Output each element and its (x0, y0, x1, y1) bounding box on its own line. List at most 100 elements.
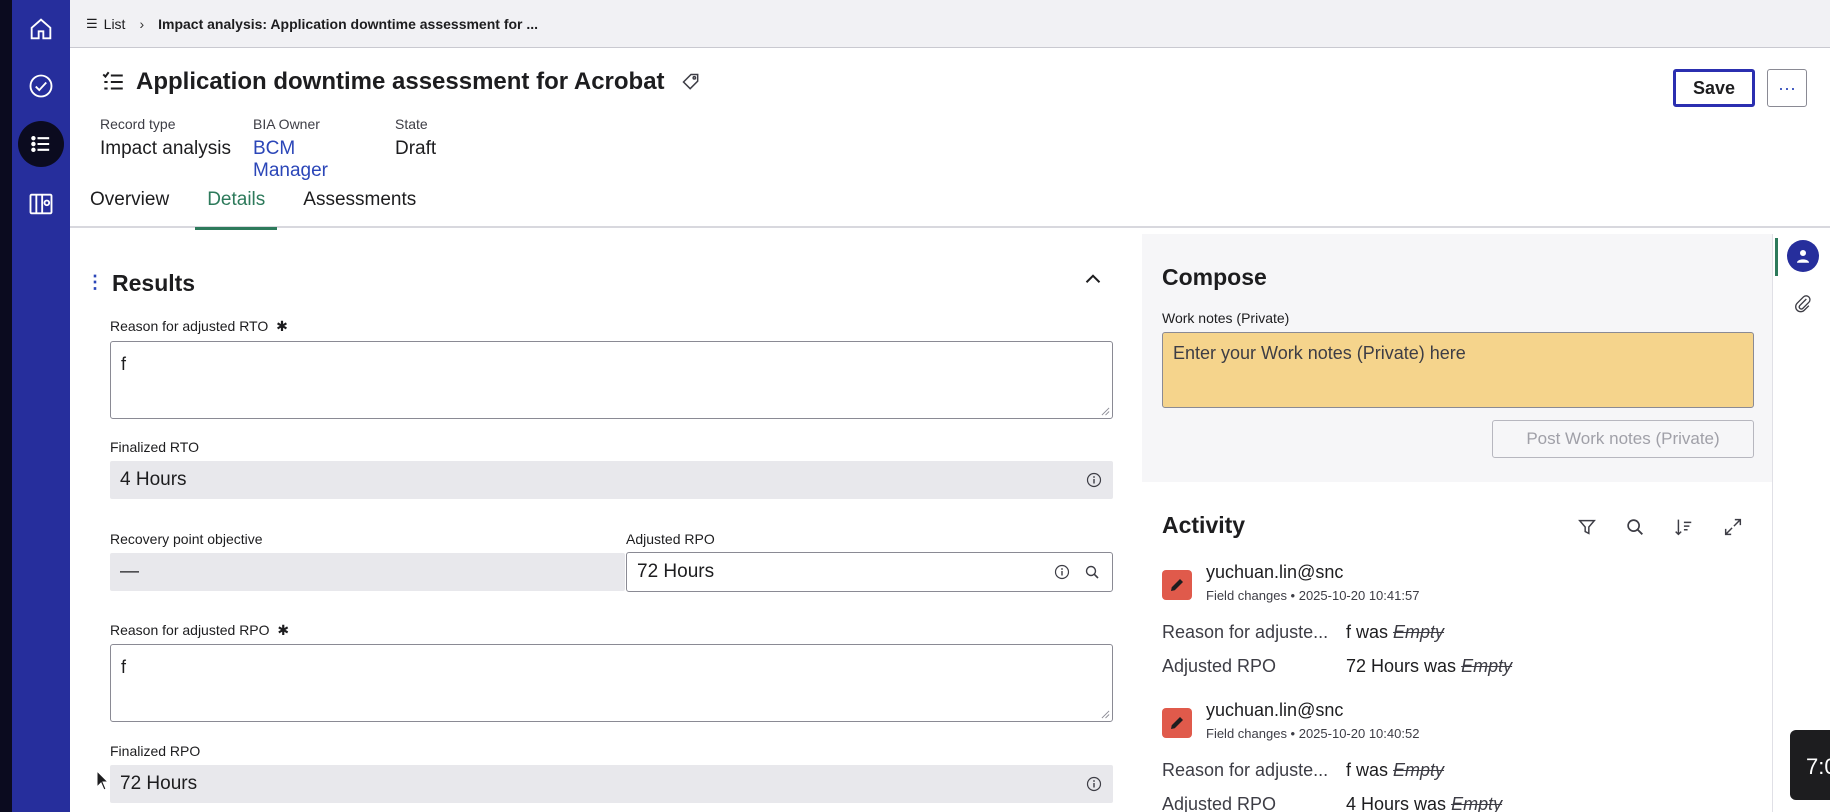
sort-icon[interactable] (1672, 516, 1694, 538)
reason-rpo-textarea[interactable]: f (110, 644, 1113, 722)
record-type-value: Impact analysis (100, 138, 231, 159)
change-old: Empty (1461, 656, 1513, 676)
lookup-search-icon[interactable] (1084, 564, 1100, 580)
activity-entry: yuchuan.lin@snc Field changes • 2025-10-… (1162, 700, 1762, 812)
reason-rto-label-text: Reason for adjusted RTO (110, 318, 269, 334)
resize-handle-icon[interactable] (1101, 407, 1110, 416)
resize-handle-icon[interactable] (1101, 710, 1110, 719)
change-new: 4 Hours was (1346, 794, 1447, 812)
change-field: Reason for adjuste... (1162, 760, 1329, 780)
finalized-rto-field: 4 Hours (110, 461, 1113, 499)
outer-rail (0, 0, 12, 812)
reason-rto-textarea[interactable]: f (110, 341, 1113, 419)
reason-rto-label: Reason for adjusted RTO ✱ (110, 318, 288, 335)
compose-title: Compose (1162, 264, 1267, 290)
activity-title: Activity (1162, 512, 1246, 538)
work-notes-placeholder: Enter your Work notes (Private) here (1173, 343, 1466, 363)
chevron-right-icon: › (139, 15, 145, 32)
state-value: Draft (395, 138, 437, 159)
active-indicator (1775, 238, 1778, 276)
pencil-edit-icon (1162, 570, 1192, 600)
activity-entry: yuchuan.lin@snc Field changes • 2025-10-… (1162, 562, 1762, 682)
work-notes-label: Work notes (Private) (1162, 310, 1290, 326)
page-title: Application downtime assessment for Acro… (136, 68, 665, 95)
finalized-rpo-field: 72 Hours (110, 765, 1113, 803)
activity-stream: Activity yuchuan.lin@snc Field changes •… (1142, 482, 1772, 812)
info-icon[interactable] (1054, 564, 1070, 580)
change-row: Reason for adjuste... f was Empty (1162, 622, 1444, 643)
work-notes-textarea[interactable]: Enter your Work notes (Private) here (1162, 332, 1754, 408)
finalized-rpo-value: 72 Hours (120, 773, 198, 794)
entry-meta: Field changes • 2025-10-20 10:40:52 (1206, 726, 1420, 741)
chevron-up-icon[interactable] (1080, 266, 1106, 292)
tab-overview[interactable]: Overview (78, 172, 181, 228)
activity-panel: Compose Work notes (Private) Enter your … (1142, 234, 1772, 812)
mouse-cursor-icon (96, 770, 110, 791)
info-icon[interactable] (1086, 776, 1102, 792)
filter-icon[interactable] (1576, 516, 1598, 538)
change-new: f was (1346, 760, 1389, 780)
record-type-label: Record type (100, 116, 176, 132)
change-field: Adjusted RPO (1162, 794, 1277, 812)
tab-assessments[interactable]: Assessments (291, 172, 428, 228)
change-new: f was (1346, 622, 1389, 642)
change-field: Adjusted RPO (1162, 656, 1277, 676)
section-menu-icon[interactable]: ⋮ (86, 272, 104, 293)
results-section: ⋮ Results Reason for adjusted RTO ✱ f Fi… (70, 230, 1140, 812)
map-book-icon[interactable] (18, 181, 64, 227)
change-row: Adjusted RPO 72 Hours was Empty (1162, 656, 1512, 677)
pencil-edit-icon (1162, 708, 1192, 738)
change-field: Reason for adjuste... (1162, 622, 1329, 642)
reason-rpo-label-text: Reason for adjusted RPO (110, 622, 270, 638)
reason-rpo-label: Reason for adjusted RPO ✱ (110, 622, 289, 639)
finalized-rto-label: Finalized RTO (110, 439, 199, 455)
list-lines-icon: ☰ (86, 15, 98, 31)
search-icon[interactable] (1624, 516, 1646, 538)
change-old: Empty (1393, 760, 1445, 780)
main-nav (12, 0, 70, 812)
adjusted-rpo-input[interactable]: 72 Hours (626, 552, 1113, 592)
tab-bar: Overview Details Assessments (78, 172, 442, 230)
record-header: Application downtime assessment for Acro… (70, 48, 1830, 230)
entry-user: yuchuan.lin@snc (1206, 700, 1344, 720)
post-work-notes-button[interactable]: Post Work notes (Private) (1492, 420, 1754, 458)
clock-overlay: 7:0 (1790, 730, 1830, 800)
breadcrumb-list-link[interactable]: ☰ List (86, 16, 125, 32)
reason-rto-text: f (121, 354, 127, 374)
more-actions-button[interactable]: ··· (1767, 69, 1807, 107)
home-icon[interactable] (18, 6, 64, 52)
change-row: Adjusted RPO 4 Hours was Empty (1162, 794, 1502, 812)
change-old: Empty (1393, 622, 1445, 642)
rpo-label: Recovery point objective (110, 531, 263, 547)
breadcrumb-list-label: List (103, 15, 126, 32)
checkmark-circle-icon[interactable] (18, 63, 64, 109)
rpo-value: — (120, 561, 139, 582)
user-avatar-icon[interactable] (1787, 240, 1819, 272)
change-old: Empty (1451, 794, 1503, 812)
expand-icon[interactable] (1722, 516, 1744, 538)
change-row: Reason for adjuste... f was Empty (1162, 760, 1444, 781)
adjusted-rpo-label: Adjusted RPO (626, 531, 715, 547)
breadcrumb-current: Impact analysis: Application downtime as… (158, 15, 539, 32)
list-icon[interactable] (18, 121, 64, 167)
tab-details[interactable]: Details (195, 172, 278, 230)
entry-user: yuchuan.lin@snc (1206, 562, 1344, 582)
info-icon[interactable] (1086, 472, 1102, 488)
checklist-icon (100, 69, 126, 95)
finalized-rto-value: 4 Hours (120, 469, 187, 490)
required-asterisk-icon: ✱ (277, 622, 290, 638)
required-asterisk-icon: ✱ (276, 318, 288, 334)
reason-rpo-text: f (121, 657, 127, 677)
breadcrumb: ☰ List › Impact analysis: Application do… (70, 0, 1830, 48)
save-button[interactable]: Save (1673, 69, 1755, 107)
tag-icon[interactable] (681, 72, 701, 92)
attachment-icon[interactable] (1793, 294, 1813, 314)
bia-owner-label: BIA Owner (253, 116, 320, 132)
finalized-rpo-label: Finalized RPO (110, 743, 201, 759)
side-toolbar (1772, 234, 1830, 812)
rpo-field: — (110, 553, 625, 591)
section-title: Results (112, 270, 196, 296)
entry-meta: Field changes • 2025-10-20 10:41:57 (1206, 588, 1420, 603)
change-new: 72 Hours was (1346, 656, 1457, 676)
adjusted-rpo-value: 72 Hours (637, 561, 715, 582)
